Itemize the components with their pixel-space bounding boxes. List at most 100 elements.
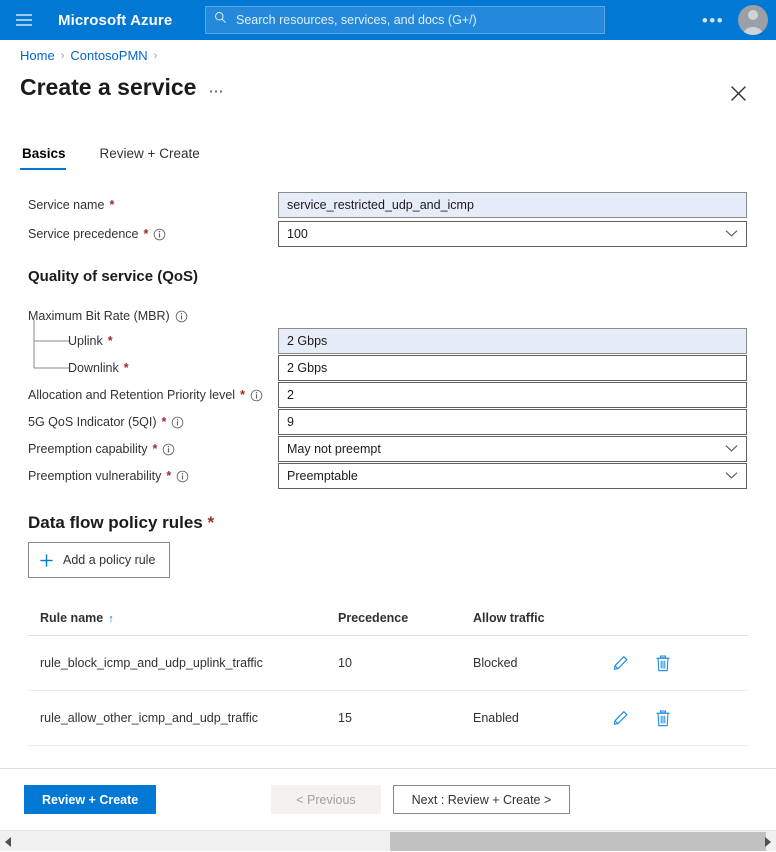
- cell-actions: [613, 655, 733, 672]
- cell-rule-name: rule_block_icmp_and_udp_uplink_traffic: [28, 656, 338, 670]
- avatar-body: [743, 27, 763, 35]
- cell-precedence: 10: [338, 656, 473, 670]
- hamburger-menu-icon[interactable]: [4, 0, 44, 40]
- required-marker: *: [153, 442, 158, 456]
- hamburger-bar: [16, 14, 32, 16]
- azure-brand-label[interactable]: Microsoft Azure: [58, 12, 172, 29]
- add-policy-rule-button[interactable]: Add a policy rule: [28, 542, 170, 578]
- required-marker: *: [240, 388, 245, 402]
- service-precedence-select-wrap[interactable]: 100: [278, 221, 747, 247]
- sort-ascending-icon: ↑: [108, 613, 114, 625]
- downlink-input[interactable]: [287, 361, 738, 375]
- fiveqi-input-wrap[interactable]: [278, 409, 747, 435]
- azure-top-header: Microsoft Azure •••: [0, 0, 776, 40]
- info-icon[interactable]: [176, 470, 189, 483]
- info-icon[interactable]: [153, 228, 166, 241]
- scroll-right-arrow-icon[interactable]: [759, 831, 776, 852]
- preemption-vulnerability-select-wrap[interactable]: Preemptable: [278, 463, 747, 489]
- cell-rule-name: rule_allow_other_icmp_and_udp_traffic: [28, 711, 338, 725]
- service-precedence-label: Service precedence *: [28, 227, 166, 241]
- cell-precedence: 15: [338, 711, 473, 725]
- page-title: Create a service: [20, 74, 196, 102]
- service-name-label-text: Service name: [28, 198, 104, 212]
- column-header-precedence[interactable]: Precedence: [338, 611, 473, 625]
- table-row[interactable]: rule_block_icmp_and_udp_uplink_traffic 1…: [28, 636, 748, 691]
- table-row[interactable]: rule_allow_other_icmp_and_udp_traffic 15…: [28, 691, 748, 746]
- tab-basics-label: Basics: [22, 146, 66, 161]
- breadcrumb-separator-icon: ›: [61, 50, 65, 62]
- search-input[interactable]: [234, 12, 596, 28]
- tab-basics[interactable]: Basics: [20, 146, 82, 170]
- hamburger-bar: [16, 24, 32, 26]
- delete-trash-icon[interactable]: [655, 710, 671, 727]
- service-name-label: Service name *: [28, 198, 114, 212]
- service-precedence-select[interactable]: 100: [287, 227, 738, 241]
- required-marker: *: [108, 334, 113, 348]
- service-precedence-label-text: Service precedence: [28, 227, 138, 241]
- user-avatar[interactable]: [738, 5, 768, 35]
- next-review-create-button[interactable]: Next : Review + Create >: [393, 785, 571, 814]
- fiveqi-label: 5G QoS Indicator (5QI) *: [28, 415, 184, 429]
- close-icon[interactable]: [725, 80, 751, 106]
- mbr-label-text: Maximum Bit Rate (MBR): [28, 309, 170, 323]
- service-name-input[interactable]: [287, 198, 738, 212]
- avatar-head: [748, 10, 758, 20]
- add-policy-rule-label: Add a policy rule: [63, 553, 155, 567]
- preemption-capability-select[interactable]: May not preempt: [287, 442, 738, 456]
- arp-input-wrap[interactable]: [278, 382, 747, 408]
- arp-input[interactable]: [287, 388, 738, 402]
- policy-rules-heading-text: Data flow policy rules: [28, 513, 203, 532]
- arp-label: Allocation and Retention Priority level …: [28, 388, 263, 402]
- hamburger-bar: [16, 19, 32, 21]
- uplink-input[interactable]: [287, 334, 738, 348]
- qos-section-heading: Quality of service (QoS): [28, 268, 198, 285]
- required-marker: *: [124, 361, 129, 375]
- breadcrumb-separator-icon: ›: [154, 50, 158, 62]
- scrollbar-thumb[interactable]: [390, 832, 766, 851]
- tab-review-create-label: Review + Create: [100, 146, 200, 161]
- service-name-input-wrap[interactable]: [278, 192, 747, 218]
- review-create-button[interactable]: Review + Create: [24, 785, 156, 814]
- required-marker: *: [208, 513, 215, 532]
- horizontal-scrollbar[interactable]: [0, 830, 776, 851]
- required-marker: *: [109, 198, 114, 212]
- required-marker: *: [143, 227, 148, 241]
- tab-review-create[interactable]: Review + Create: [82, 146, 216, 170]
- cell-actions: [613, 710, 733, 727]
- fiveqi-label-text: 5G QoS Indicator (5QI): [28, 415, 157, 429]
- breadcrumb-item-contosopmn[interactable]: ContosoPMN: [70, 48, 147, 63]
- info-icon[interactable]: [162, 443, 175, 456]
- scroll-left-arrow-icon[interactable]: [0, 831, 17, 852]
- info-icon[interactable]: [171, 416, 184, 429]
- page-more-icon[interactable]: ⋯: [208, 76, 225, 100]
- downlink-input-wrap[interactable]: [278, 355, 747, 381]
- policy-rules-heading: Data flow policy rules *: [28, 513, 214, 533]
- info-icon[interactable]: [250, 389, 263, 402]
- header-more-icon[interactable]: •••: [698, 0, 728, 40]
- info-icon[interactable]: [175, 310, 188, 323]
- preemption-vulnerability-label: Preemption vulnerability *: [28, 469, 189, 483]
- fiveqi-input[interactable]: [287, 415, 738, 429]
- breadcrumb: Home › ContosoPMN ›: [20, 48, 157, 63]
- previous-button: < Previous: [271, 785, 380, 814]
- wizard-footer: Review + Create < Previous Next : Review…: [0, 768, 776, 830]
- edit-pencil-icon[interactable]: [613, 710, 629, 726]
- page-title-row: Create a service ⋯: [20, 74, 225, 102]
- preemption-vulnerability-select[interactable]: Preemptable: [287, 469, 738, 483]
- required-marker: *: [166, 469, 171, 483]
- uplink-label-text: Uplink: [68, 334, 103, 348]
- column-header-allow-traffic[interactable]: Allow traffic: [473, 611, 613, 625]
- table-header-row: Rule name↑ Precedence Allow traffic: [28, 600, 748, 636]
- downlink-label-text: Downlink: [68, 361, 119, 375]
- policy-rules-table: Rule name↑ Precedence Allow traffic rule…: [28, 600, 748, 746]
- search-icon: [214, 11, 227, 29]
- preemption-capability-select-wrap[interactable]: May not preempt: [278, 436, 747, 462]
- cell-allow-traffic: Enabled: [473, 711, 613, 725]
- column-header-rule-name[interactable]: Rule name↑: [28, 611, 338, 625]
- cell-allow-traffic: Blocked: [473, 656, 613, 670]
- delete-trash-icon[interactable]: [655, 655, 671, 672]
- breadcrumb-item-home[interactable]: Home: [20, 48, 55, 63]
- global-search-box[interactable]: [205, 6, 605, 34]
- uplink-input-wrap[interactable]: [278, 328, 747, 354]
- edit-pencil-icon[interactable]: [613, 655, 629, 671]
